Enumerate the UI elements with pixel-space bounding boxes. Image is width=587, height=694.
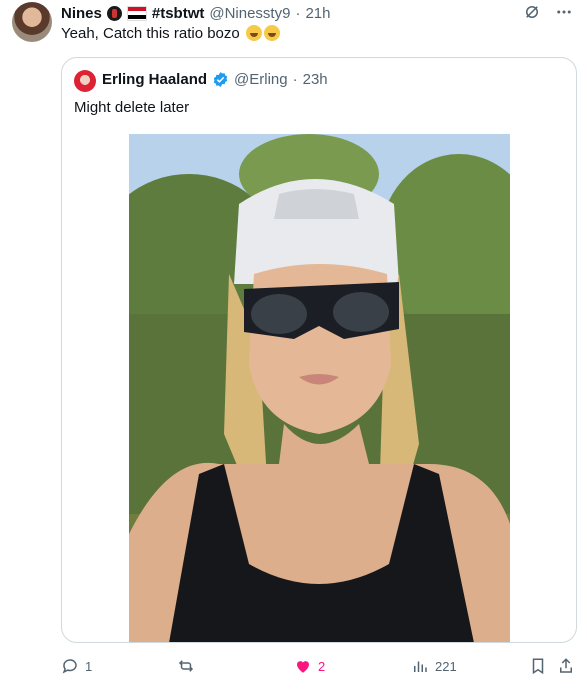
like-button[interactable]: 2	[294, 656, 325, 676]
retweet-icon	[178, 660, 194, 672]
share-button[interactable]	[557, 656, 575, 676]
tweet-text: Yeah, Catch this ratio bozo	[61, 25, 280, 42]
separator: ·	[295, 4, 301, 22]
header-actions	[523, 3, 573, 26]
bookmark-icon	[532, 658, 544, 675]
quoted-photo[interactable]	[129, 134, 510, 642]
retweet-button[interactable]	[177, 656, 201, 676]
quoted-author-name[interactable]: Erling Haaland	[102, 71, 207, 88]
quoted-text: Might delete later	[74, 99, 190, 116]
share-icon	[560, 658, 572, 673]
laughing-emoji-icon	[245, 25, 262, 41]
tweet[interactable]: Nines #tsbtwt @Ninessty9 · 21h Yeah, Cat…	[0, 0, 587, 694]
action-bar: 1 2 221	[61, 656, 577, 676]
quoted-header: Erling Haaland @Erling · 23h	[102, 71, 328, 88]
badge-icon	[106, 5, 122, 21]
author-name[interactable]: Nines	[61, 5, 102, 22]
tweet-header: Nines #tsbtwt @Ninessty9 · 21h	[61, 3, 330, 23]
more-options-icon[interactable]	[555, 3, 573, 26]
views-button[interactable]: 221	[411, 656, 457, 676]
quoted-timestamp[interactable]: 23h	[303, 71, 328, 88]
timestamp[interactable]: 21h	[305, 5, 330, 22]
tweet-text-content: Yeah, Catch this ratio bozo	[61, 25, 240, 42]
quoted-tweet[interactable]: Erling Haaland @Erling · 23h Might delet…	[61, 57, 577, 643]
view-count: 221	[435, 658, 457, 674]
author-handle[interactable]: @Ninessty9	[209, 5, 290, 22]
heart-icon	[297, 661, 309, 673]
laughing-emoji-icon	[263, 25, 280, 41]
bookmark-button[interactable]	[529, 656, 547, 676]
quoted-handle[interactable]: @Erling	[234, 71, 288, 88]
quoted-avatar[interactable]	[74, 70, 96, 92]
flag-icon	[126, 5, 147, 21]
reply-icon	[62, 659, 77, 674]
grok-icon[interactable]	[523, 3, 541, 26]
reply-button[interactable]: 1	[61, 656, 92, 676]
verified-badge-icon	[212, 71, 229, 88]
hashtag[interactable]: #tsbtwt	[152, 5, 205, 22]
analytics-icon	[414, 661, 427, 672]
like-count: 2	[318, 658, 326, 674]
separator: ·	[292, 71, 298, 88]
reply-count: 1	[85, 658, 93, 674]
avatar[interactable]	[12, 2, 52, 42]
